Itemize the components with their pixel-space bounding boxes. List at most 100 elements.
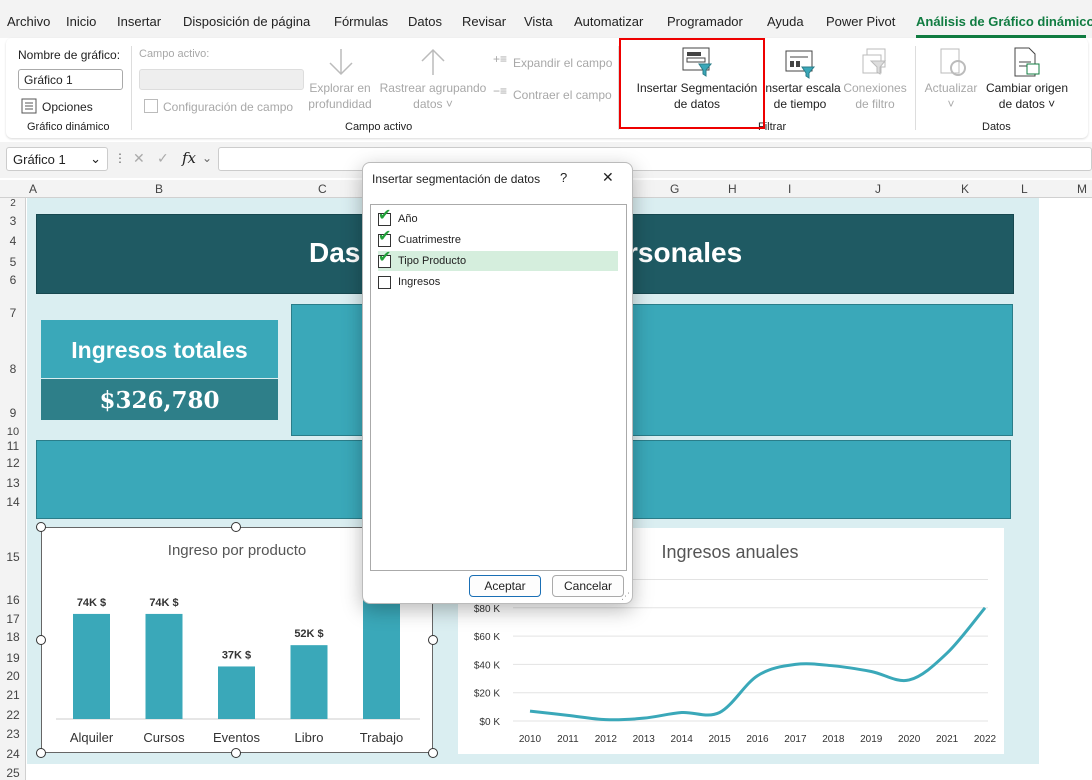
data-label: 74K $ (77, 597, 106, 609)
row-header[interactable]: 2 (0, 198, 26, 209)
field-item-tipo-producto[interactable]: ✔ Tipo Producto (378, 249, 618, 271)
resize-grip-icon[interactable]: ⋰ (621, 591, 630, 602)
checkbox[interactable] (378, 276, 391, 289)
close-icon[interactable]: ✕ (602, 169, 614, 186)
explore-button[interactable]: Explorar en profundidad (308, 80, 372, 112)
row-header[interactable]: 20 (0, 669, 26, 683)
column-header[interactable]: I (788, 182, 791, 196)
row-header[interactable]: 17 (0, 612, 26, 626)
total-income-title: Ingresos totales (41, 320, 278, 378)
x-tick-label: 2022 (974, 734, 997, 745)
filter-connections-button[interactable]: Conexiones de filtro (840, 80, 910, 112)
row-header[interactable]: 23 (0, 727, 26, 741)
options-icon (21, 98, 37, 114)
column-header[interactable]: B (155, 182, 163, 196)
menu-bar: Archivo Inicio Insertar Disposición de p… (0, 0, 1092, 38)
category-label: Alquiler (70, 730, 114, 745)
resize-handle[interactable] (36, 635, 46, 645)
row-header[interactable]: 25 (0, 766, 26, 780)
tab-revisar[interactable]: Revisar (462, 14, 506, 29)
row-header[interactable]: 3 (0, 214, 26, 228)
change-source-icon (1011, 46, 1043, 78)
field-item-ingresos[interactable]: Ingresos (378, 272, 618, 292)
row-header[interactable]: 9 (0, 406, 26, 420)
row-header[interactable]: 7 (0, 306, 26, 320)
insert-timeline-button[interactable]: Insertar escala de tiempo (762, 80, 841, 112)
row-header[interactable]: 5 (0, 255, 26, 269)
tab-programador[interactable]: Programador (667, 14, 743, 29)
tab-ayuda[interactable]: Ayuda (767, 14, 804, 29)
field-settings-button[interactable]: Configuración de campo (163, 100, 293, 114)
tab-analisis-grafico-dinamico[interactable]: Análisis de Gráfico dinámico (916, 14, 1092, 29)
column-header[interactable]: A (29, 182, 37, 196)
refresh-button[interactable]: Actualizar ˅ (921, 80, 981, 112)
row-header[interactable]: 22 (0, 708, 26, 722)
row-header[interactable]: 16 (0, 593, 26, 607)
tab-disposicion[interactable]: Disposición de página (183, 14, 310, 29)
bar (73, 613, 110, 719)
collapse-field-button[interactable]: Contraer el campo (513, 88, 612, 102)
row-header[interactable]: 8 (0, 362, 26, 376)
name-box[interactable]: Gráfico 1 ⌄ (6, 147, 108, 171)
field-item-cuatrimestre[interactable]: ✔ Cuatrimestre (378, 228, 618, 250)
row-header[interactable]: 24 (0, 747, 26, 761)
expand-icon: +≡ (493, 52, 508, 66)
field-list: ✔ Año ✔ Cuatrimestre ✔ Tipo Producto Ing… (370, 204, 627, 571)
income-line (529, 606, 987, 722)
row-header[interactable]: 19 (0, 651, 26, 665)
row-header[interactable]: 10 (0, 426, 26, 438)
collapse-icon: −≡ (493, 84, 508, 98)
row-header[interactable]: 11 (0, 439, 26, 453)
expand-field-button[interactable]: Expandir el campo (513, 56, 612, 70)
resize-handle[interactable] (36, 522, 46, 532)
data-label: 37K $ (222, 649, 251, 661)
x-tick-label: 2013 (633, 734, 656, 745)
resize-handle[interactable] (36, 748, 46, 758)
chart-name-input[interactable]: Gráfico 1 (18, 69, 123, 90)
row-header[interactable]: 21 (0, 688, 26, 702)
more-icon: ⋮ (114, 151, 126, 165)
cancel-icon: ✕ (133, 150, 145, 166)
group-label-datos: Datos (982, 121, 1011, 133)
tab-inicio[interactable]: Inicio (66, 14, 96, 29)
tab-automatizar[interactable]: Automatizar (574, 14, 643, 29)
row-header[interactable]: 12 (0, 456, 26, 470)
row-header[interactable]: 6 (0, 273, 26, 287)
x-tick-label: 2015 (708, 734, 731, 745)
tab-formulas[interactable]: Fórmulas (334, 14, 388, 29)
row-header[interactable]: 15 (0, 550, 26, 564)
cancel-button[interactable]: Cancelar (552, 575, 624, 597)
column-header[interactable]: L (1021, 182, 1028, 196)
tab-archivo[interactable]: Archivo (7, 14, 50, 29)
row-header[interactable]: 18 (0, 630, 26, 644)
change-data-source-button[interactable]: Cambiar origen de datos ˅ (982, 80, 1072, 112)
row-header[interactable]: 13 (0, 476, 26, 490)
row-header[interactable]: 14 (0, 495, 26, 509)
resize-handle[interactable] (231, 522, 241, 532)
column-header[interactable]: J (875, 182, 881, 196)
help-icon[interactable]: ? (560, 170, 567, 185)
column-header[interactable]: H (728, 182, 737, 196)
resize-handle[interactable] (428, 748, 438, 758)
tab-power-pivot[interactable]: Power Pivot (826, 14, 895, 29)
resize-handle[interactable] (231, 748, 241, 758)
row-header[interactable]: 4 (0, 234, 26, 248)
timeline-icon (784, 49, 816, 79)
options-button[interactable]: Opciones (42, 100, 93, 114)
field-item-ano[interactable]: ✔ Año (378, 207, 618, 229)
column-header[interactable]: C (318, 182, 327, 196)
column-header[interactable]: K (961, 182, 969, 196)
fx-icon[interactable]: fx (182, 149, 196, 167)
tab-vista[interactable]: Vista (524, 14, 553, 29)
tab-datos[interactable]: Datos (408, 14, 442, 29)
drill-up-button[interactable]: Rastrear agrupando datos ˅ (379, 80, 487, 112)
accept-button[interactable]: Aceptar (469, 575, 541, 597)
column-header[interactable]: M (1077, 182, 1087, 196)
formula-input[interactable] (218, 147, 1092, 171)
x-tick-label: 2018 (822, 734, 845, 745)
tab-insertar[interactable]: Insertar (117, 14, 161, 29)
active-field-input[interactable] (139, 69, 304, 90)
resize-handle[interactable] (428, 635, 438, 645)
column-header[interactable]: G (670, 182, 679, 196)
field-label: Ingresos (398, 276, 441, 288)
